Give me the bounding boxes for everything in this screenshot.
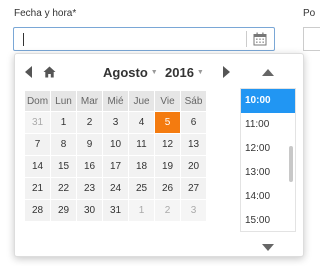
calendar-week-row: 28 29 30 31 1 2 3 xyxy=(24,199,207,222)
month-select[interactable]: Agosto ▼ xyxy=(103,63,158,81)
calendar-day[interactable]: 31 xyxy=(102,199,129,222)
calendar-day[interactable]: 17 xyxy=(102,155,129,178)
dropdown-arrow-icon: ▼ xyxy=(150,68,158,76)
calendar-day[interactable]: 31 xyxy=(24,111,51,134)
calendar-day[interactable]: 18 xyxy=(128,155,155,178)
calendar-day[interactable]: 11 xyxy=(128,133,155,156)
weekday-header: Vie xyxy=(154,90,181,112)
weekday-header: Jue xyxy=(128,90,155,112)
calendar-day[interactable]: 24 xyxy=(102,177,129,200)
calendar-day[interactable]: 13 xyxy=(180,133,207,156)
calendar-day[interactable]: 26 xyxy=(154,177,181,200)
calendar-day[interactable]: 10 xyxy=(102,133,129,156)
weekday-header-row: Dom Lun Mar Mié Jue Vie Sáb xyxy=(24,90,207,112)
year-select[interactable]: 2016 ▼ xyxy=(165,63,204,81)
calendar-day[interactable]: 19 xyxy=(154,155,181,178)
time-option[interactable]: 12:00 xyxy=(241,137,295,161)
chevron-down-icon[interactable] xyxy=(240,236,296,258)
home-icon[interactable] xyxy=(43,63,56,81)
calendar-day[interactable]: 30 xyxy=(76,199,103,222)
calendar-day[interactable]: 25 xyxy=(128,177,155,200)
calendar-day[interactable]: 15 xyxy=(50,155,77,178)
calendar-day[interactable]: 1 xyxy=(128,199,155,222)
calendar-day-selected[interactable]: 5 xyxy=(154,111,181,134)
text-cursor xyxy=(23,33,24,46)
weekday-header: Mar xyxy=(76,90,103,112)
calendar-day[interactable]: 8 xyxy=(50,133,77,156)
calendar-day[interactable]: 28 xyxy=(24,199,51,222)
input-divider xyxy=(246,31,247,47)
weekday-header: Sáb xyxy=(180,90,207,112)
next-field-label: Po xyxy=(303,8,316,19)
next-field-input[interactable] xyxy=(303,27,320,51)
year-label: 2016 xyxy=(165,64,194,80)
calendar-day[interactable]: 21 xyxy=(24,177,51,200)
datetime-input[interactable] xyxy=(13,27,275,51)
datetime-label: Fecha y hora* xyxy=(14,8,77,19)
calendar-day[interactable]: 14 xyxy=(24,155,51,178)
time-option[interactable]: 15:00 xyxy=(241,209,295,233)
time-scrollbar[interactable] xyxy=(289,146,293,182)
calendar-day[interactable]: 3 xyxy=(102,111,129,134)
time-option-selected[interactable]: 10:00 xyxy=(241,89,295,113)
calendar-day[interactable]: 9 xyxy=(76,133,103,156)
calendar-day[interactable]: 6 xyxy=(180,111,207,134)
calendar-day[interactable]: 20 xyxy=(180,155,207,178)
calendar-day[interactable]: 27 xyxy=(180,177,207,200)
calendar-day[interactable]: 3 xyxy=(180,199,207,222)
calendar-week-row: 7 8 9 10 11 12 13 xyxy=(24,133,207,156)
calendar-day[interactable]: 12 xyxy=(154,133,181,156)
time-list[interactable]: 10:00 11:00 12:00 13:00 14:00 15:00 xyxy=(240,88,296,232)
month-label: Agosto xyxy=(103,64,148,80)
calendar-day[interactable]: 4 xyxy=(128,111,155,134)
weekday-header: Mié xyxy=(102,90,129,112)
calendar-day[interactable]: 29 xyxy=(50,199,77,222)
calendar-week-row: 31 1 2 3 4 5 6 xyxy=(24,111,207,134)
time-option[interactable]: 13:00 xyxy=(241,161,295,185)
dropdown-arrow-icon: ▼ xyxy=(196,68,204,76)
calendar-day[interactable]: 7 xyxy=(24,133,51,156)
datetime-picker-popup: Agosto ▼ 2016 ▼ Dom Lun Mar Mié Jue Vie Sá… xyxy=(14,53,304,257)
weekday-header: Lun xyxy=(50,90,77,112)
calendar-day[interactable]: 16 xyxy=(76,155,103,178)
calendar-day[interactable]: 22 xyxy=(50,177,77,200)
time-option[interactable]: 14:00 xyxy=(241,185,295,209)
chevron-up-icon[interactable] xyxy=(240,62,296,82)
calendar-icon[interactable] xyxy=(253,32,269,47)
calendar-grid: Dom Lun Mar Mié Jue Vie Sáb 31 1 2 3 4 5… xyxy=(24,90,207,222)
calendar-day[interactable]: 2 xyxy=(76,111,103,134)
calendar-day[interactable]: 23 xyxy=(76,177,103,200)
time-picker: 10:00 11:00 12:00 13:00 14:00 15:00 xyxy=(240,62,296,258)
calendar-week-row: 14 15 16 17 18 19 20 xyxy=(24,155,207,178)
chevron-right-icon[interactable] xyxy=(221,63,231,81)
calendar-week-row: 21 22 23 24 25 26 27 xyxy=(24,177,207,200)
weekday-header: Dom xyxy=(24,90,51,112)
calendar-day[interactable]: 1 xyxy=(50,111,77,134)
time-option[interactable]: 11:00 xyxy=(241,113,295,137)
calendar-day[interactable]: 2 xyxy=(154,199,181,222)
chevron-left-icon[interactable] xyxy=(24,63,34,81)
